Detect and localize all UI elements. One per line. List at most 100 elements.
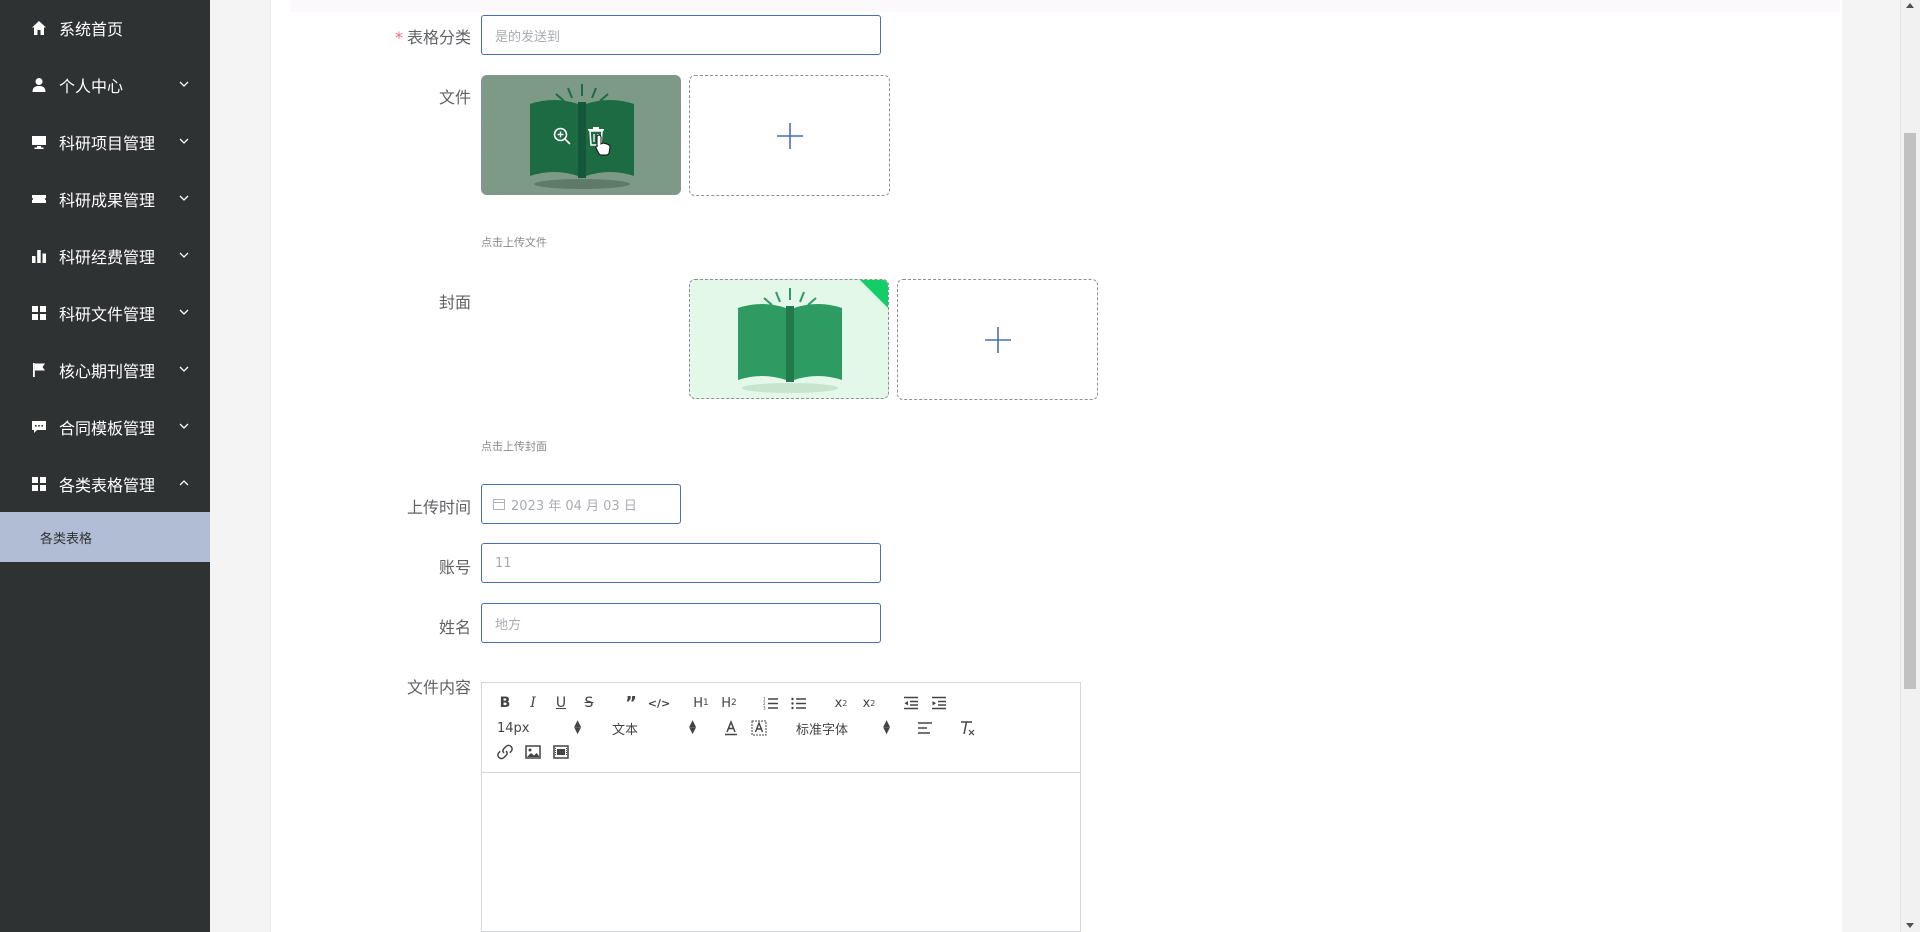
superscript-button[interactable]: x2 (859, 693, 879, 713)
cover-upload-button[interactable] (897, 279, 1098, 400)
sidebar-item-research-projects[interactable]: 科研项目管理 (0, 113, 210, 170)
cover-thumbnail[interactable] (689, 279, 889, 399)
sidebar-item-label: 核心期刊管理 (59, 361, 156, 381)
chevron-down-icon (178, 78, 190, 90)
sidebar-item-core-journals[interactable]: 核心期刊管理 (0, 341, 210, 398)
indent-icon[interactable] (929, 693, 949, 713)
account-label: 账号 (438, 558, 471, 577)
align-icon[interactable] (915, 718, 935, 738)
bold-button[interactable]: B (495, 693, 515, 713)
strikethrough-button[interactable]: S (579, 693, 599, 713)
cover-label: 封面 (438, 293, 471, 312)
plus-icon (776, 122, 803, 149)
upload-time-picker[interactable]: 2023 年 04 月 03 日 (481, 484, 681, 524)
plus-icon (984, 326, 1011, 353)
clear-format-icon[interactable] (957, 718, 977, 738)
scrollbar-thumb[interactable] (1904, 133, 1916, 689)
chevron-down-icon (178, 249, 190, 261)
sidebar-item-label: 合同模板管理 (59, 418, 156, 438)
sidebar-item-contract-templates[interactable]: 合同模板管理 (0, 398, 210, 455)
outdent-icon[interactable] (901, 693, 921, 713)
book-image (530, 84, 634, 189)
sidebar-subitem-label: 各类表格 (40, 531, 93, 547)
upload-time-label: 上传时间 (406, 498, 471, 517)
sidebar-item-research-results[interactable]: 科研成果管理 (0, 170, 210, 227)
editor-toolbar: B I U S ” </> H1 H2 123 x2 x2 14px ▲ ▼ 文本… (482, 683, 1080, 773)
font-family-select[interactable]: 标准字体 ▲ ▼ (796, 718, 890, 738)
image-icon[interactable] (523, 742, 543, 762)
required-asterisk: * (394, 28, 403, 47)
home-icon (30, 20, 47, 37)
file-thumbnail[interactable] (481, 75, 681, 195)
bullet-list-icon[interactable] (789, 693, 809, 713)
underline-button[interactable]: U (551, 693, 571, 713)
sidebar-item-label: 科研文件管理 (59, 304, 156, 324)
sidebar-item-research-files[interactable]: 科研文件管理 (0, 284, 210, 341)
upload-time-value: 2023 年 04 月 03 日 (511, 498, 637, 514)
sidebar-item-personal-center[interactable]: 个人中心 (0, 56, 210, 113)
blockquote-button[interactable]: ” (621, 693, 641, 714)
font-color-icon[interactable] (721, 718, 741, 738)
link-icon[interactable] (495, 742, 515, 762)
background-color-icon[interactable] (749, 718, 769, 738)
grid-icon (30, 304, 47, 321)
sidebar-item-label: 各类表格管理 (59, 475, 156, 495)
zoom-in-icon[interactable] (552, 126, 572, 150)
chevron-down-icon (178, 420, 190, 432)
header-select[interactable]: 文本 ▲ ▼ (612, 718, 696, 738)
cover-upload-hint: 点击上传封面 (481, 440, 547, 453)
sidebar-item-research-funding[interactable]: 科研经费管理 (0, 227, 210, 284)
header1-button[interactable]: H1 (691, 693, 711, 713)
svg-text:3: 3 (763, 706, 766, 711)
category-label: * 表格分类 (341, 24, 471, 48)
category-label-text: 表格分类 (406, 28, 471, 47)
code-block-button[interactable]: </> (648, 693, 670, 713)
chevron-down-icon (178, 135, 190, 147)
file-upload-button[interactable] (689, 75, 890, 196)
sidebar: 系统首页 个人中心 科研项目管理 科研成果管理 科研经费管理 科研文件管理 核心… (0, 0, 210, 932)
header-select-value: 文本 (612, 722, 639, 738)
select-arrows-icon: ▲ ▼ (883, 719, 890, 736)
sidebar-subitem-forms[interactable]: 各类表格 (0, 512, 210, 562)
chevron-down-icon (178, 192, 190, 204)
account-input[interactable]: 11 (481, 543, 881, 583)
account-value: 11 (495, 555, 512, 571)
chevron-down-icon (178, 306, 190, 318)
ordered-list-icon[interactable]: 123 (761, 693, 781, 713)
sidebar-item-label: 系统首页 (59, 20, 124, 39)
book-image (738, 280, 888, 393)
user-icon (30, 76, 47, 93)
cursor-hand-icon (595, 134, 611, 160)
sidebar-item-label: 科研项目管理 (59, 133, 156, 153)
video-icon[interactable] (551, 742, 571, 762)
file-label: 文件 (438, 88, 471, 107)
scroll-up-arrow-icon[interactable] (1906, 3, 1914, 8)
font-size-value: 14px (497, 720, 530, 736)
font-size-select[interactable]: 14px ▲ ▼ (497, 718, 581, 738)
select-arrows-icon: ▲ ▼ (574, 719, 581, 736)
calendar-icon (493, 498, 505, 510)
name-input[interactable]: 地方 (481, 603, 881, 643)
grid-icon (30, 475, 47, 492)
name-value: 地方 (495, 617, 522, 633)
file-upload-hint: 点击上传文件 (481, 236, 547, 249)
message-icon (30, 418, 47, 435)
rich-text-editor: B I U S ” </> H1 H2 123 x2 x2 14px ▲ ▼ 文本… (481, 682, 1081, 932)
bar-chart-icon (30, 247, 47, 264)
editor-content-area[interactable] (482, 773, 1080, 932)
panel-top-strip (290, 0, 1840, 12)
content-label: 文件内容 (406, 678, 471, 697)
subscript-button[interactable]: x2 (831, 693, 851, 713)
chevron-up-icon (178, 477, 190, 489)
sidebar-item-home[interactable]: 系统首页 (0, 0, 210, 56)
category-input[interactable]: 是的发送到 (481, 15, 881, 55)
header2-button[interactable]: H2 (719, 693, 739, 713)
monitor-icon (30, 133, 47, 150)
sidebar-item-label: 个人中心 (59, 76, 124, 96)
chevron-down-icon (178, 363, 190, 375)
scroll-down-arrow-icon[interactable] (1906, 923, 1914, 928)
italic-button[interactable]: I (523, 693, 543, 713)
scrollbar[interactable] (1900, 0, 1920, 932)
sidebar-item-form-management[interactable]: 各类表格管理 (0, 455, 210, 512)
font-family-value: 标准字体 (796, 722, 849, 738)
